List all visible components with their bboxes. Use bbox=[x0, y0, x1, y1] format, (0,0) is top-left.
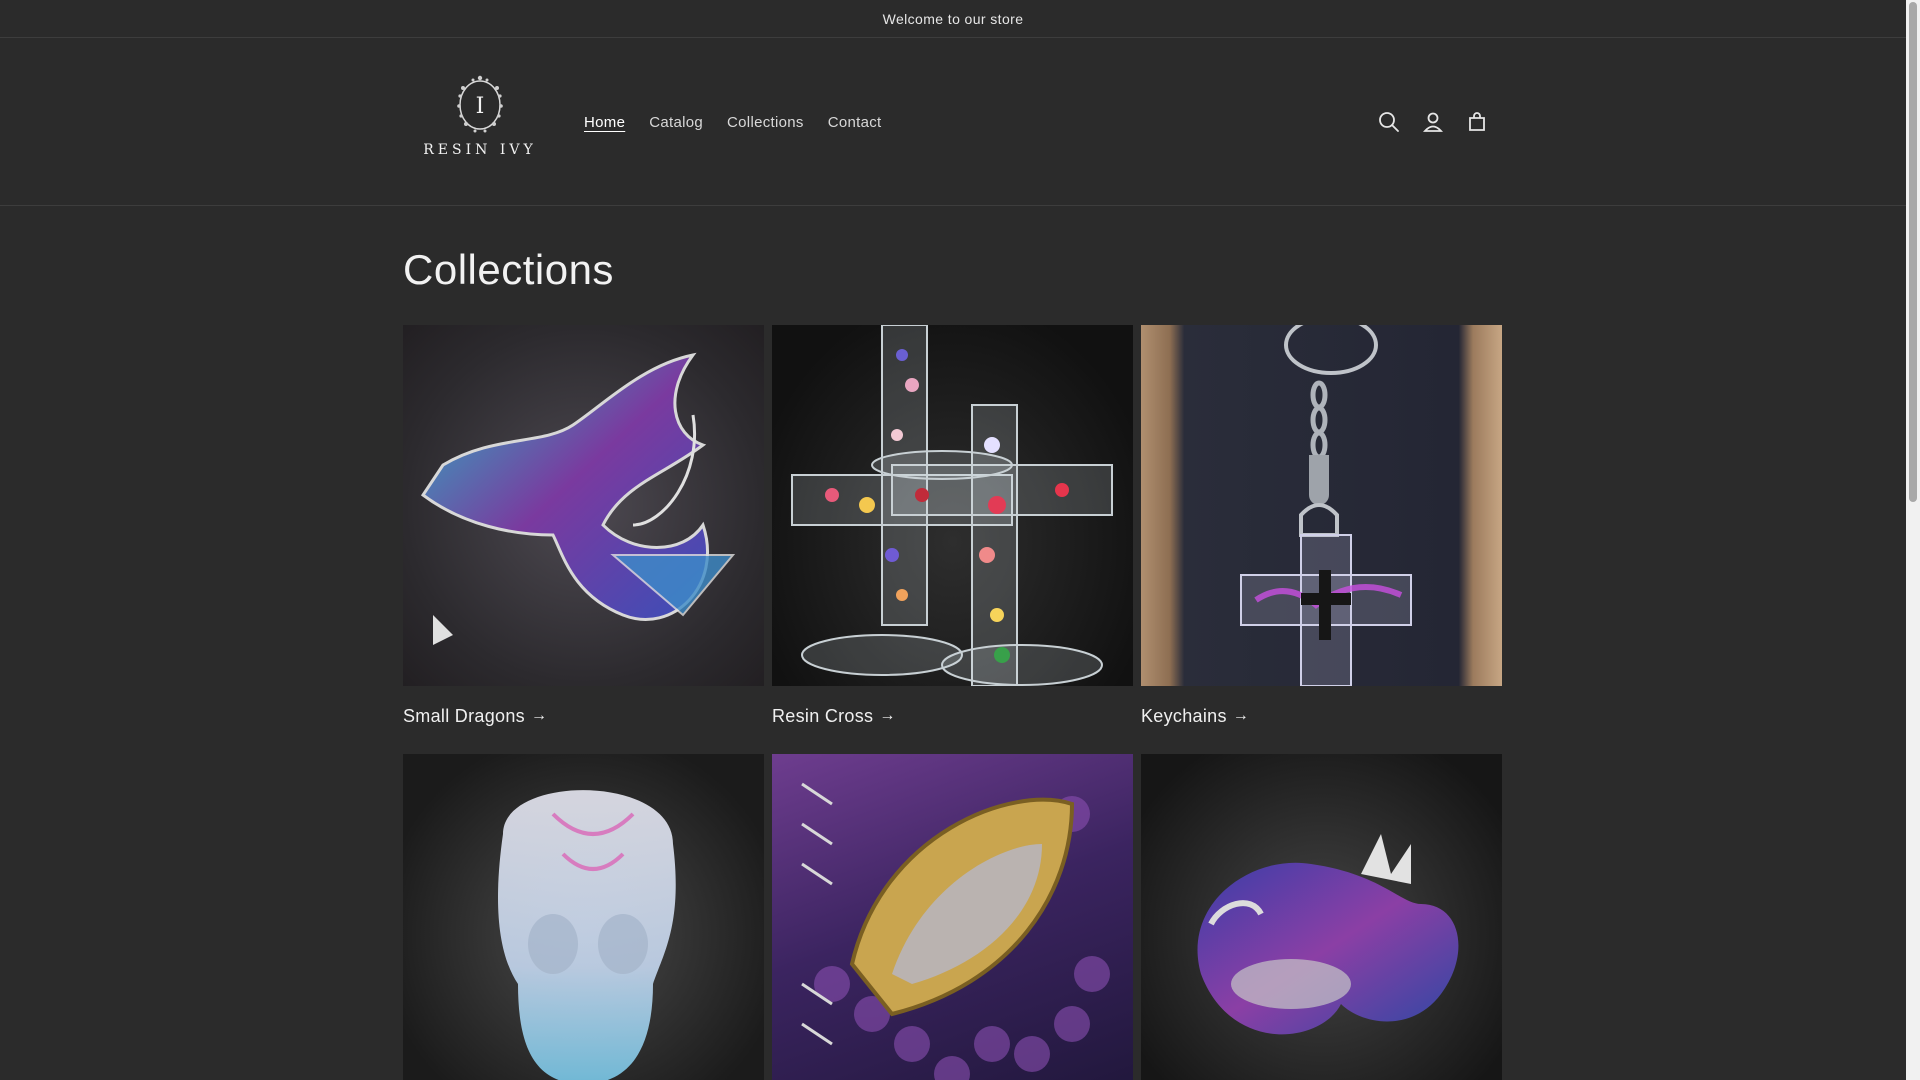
collection-title[interactable]: Resin Cross bbox=[772, 706, 873, 727]
collection-title[interactable]: Small Dragons bbox=[403, 706, 525, 727]
page-title: Collections bbox=[403, 246, 614, 293]
site-header: I RESIN IVY Home Catalog Collections Con… bbox=[0, 38, 1906, 206]
collection-image[interactable] bbox=[403, 325, 764, 686]
logo-letter: I bbox=[476, 94, 485, 119]
collection-image[interactable] bbox=[1141, 325, 1502, 686]
cart-icon[interactable] bbox=[1462, 107, 1492, 137]
collection-card-skull[interactable] bbox=[403, 754, 764, 1080]
header-icons bbox=[1374, 38, 1492, 206]
scrollbar-thumb[interactable] bbox=[1909, 2, 1917, 502]
collection-card-small-dragons[interactable]: Small Dragons → bbox=[403, 325, 764, 728]
collection-label[interactable]: Keychains → bbox=[1141, 704, 1502, 728]
arrow-right-icon: → bbox=[1232, 707, 1250, 724]
logo-text: RESIN IVY bbox=[423, 142, 537, 158]
collection-image[interactable] bbox=[1141, 754, 1502, 1080]
nav-collections[interactable]: Collections bbox=[715, 114, 816, 131]
collection-image[interactable] bbox=[772, 754, 1133, 1080]
announcement-bar: Welcome to our store bbox=[0, 0, 1906, 38]
collection-label[interactable]: Resin Cross → bbox=[772, 704, 1133, 728]
collection-card-resin-cross[interactable]: Resin Cross → bbox=[772, 325, 1133, 728]
collection-image[interactable] bbox=[403, 754, 764, 1080]
main-nav: Home Catalog Collections Contact bbox=[572, 38, 894, 206]
logo-wreath-icon: I bbox=[451, 74, 509, 136]
collection-title[interactable]: Keychains bbox=[1141, 706, 1227, 727]
collection-card-curled-dragon[interactable] bbox=[1141, 754, 1502, 1080]
account-icon[interactable] bbox=[1418, 107, 1448, 137]
nav-home[interactable]: Home bbox=[572, 114, 637, 131]
collection-card-keychains[interactable]: Keychains → bbox=[1141, 325, 1502, 728]
search-icon[interactable] bbox=[1374, 107, 1404, 137]
collection-image[interactable] bbox=[772, 325, 1133, 686]
page-scrollbar[interactable] bbox=[1906, 0, 1920, 1080]
nav-contact[interactable]: Contact bbox=[816, 114, 894, 131]
collections-grid: Small Dragons → Resin Cross → Keychains … bbox=[403, 325, 1502, 1080]
arrow-right-icon: → bbox=[879, 707, 896, 724]
nav-catalog[interactable]: Catalog bbox=[637, 114, 715, 131]
collection-label[interactable]: Small Dragons → bbox=[403, 704, 764, 728]
arrow-right-icon: → bbox=[530, 707, 548, 724]
collection-card-dragon-eye[interactable] bbox=[772, 754, 1133, 1080]
page: Welcome to our store I RESIN IVY Home Ca… bbox=[0, 0, 1920, 1080]
announcement-text: Welcome to our store bbox=[882, 10, 1024, 27]
store-logo[interactable]: I RESIN IVY bbox=[418, 74, 542, 174]
